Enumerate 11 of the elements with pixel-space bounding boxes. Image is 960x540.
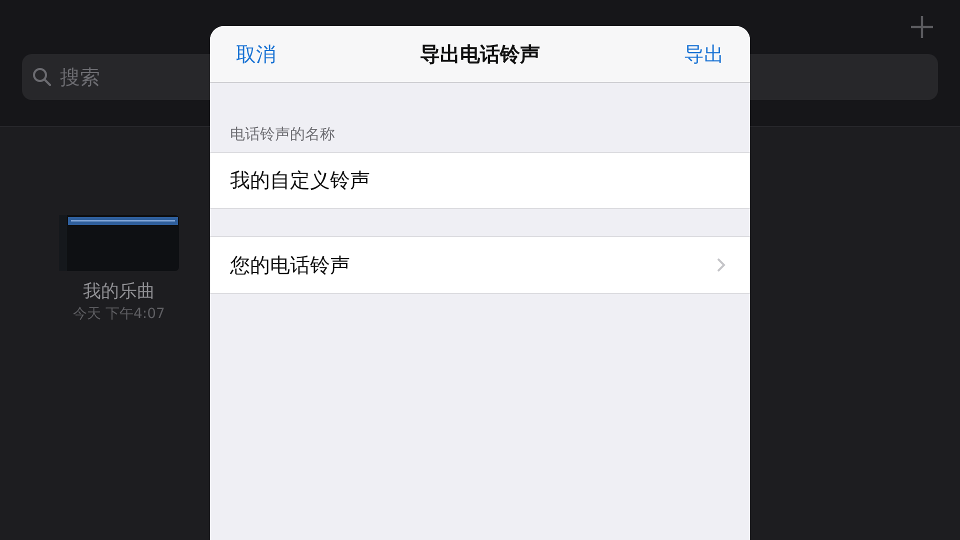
export-button[interactable]: 导出 xyxy=(674,36,734,72)
chevron-icon xyxy=(716,257,726,273)
sheet-title: 导出电话铃声 xyxy=(420,40,540,68)
project-date: 今天 下午4:07 xyxy=(73,305,165,323)
name-field[interactable]: 我的自定义铃声 xyxy=(210,152,750,209)
section-label: 电话铃声的名称 xyxy=(229,124,336,145)
project-thumbnail[interactable] xyxy=(59,215,179,271)
cancel-button[interactable]: 取消 xyxy=(226,36,286,72)
list-row[interactable]: 您的电话铃声 xyxy=(210,237,750,293)
plus-icon[interactable] xyxy=(910,15,934,39)
project-name: 我的乐曲 xyxy=(83,280,155,303)
